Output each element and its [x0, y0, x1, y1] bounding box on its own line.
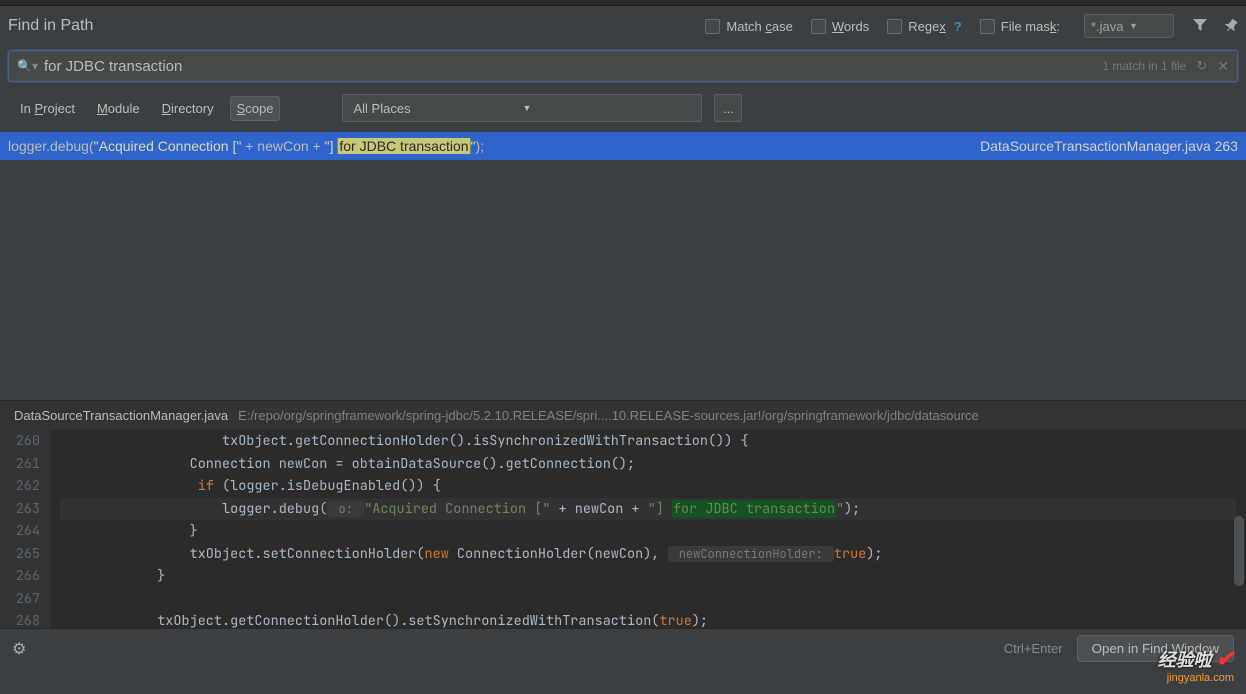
code-line: }: [60, 520, 1236, 543]
search-icon: 🔍▾: [17, 59, 38, 73]
code-line: txObject.getConnectionHolder().setSynchr…: [60, 610, 1236, 633]
param-hint: o:: [327, 501, 364, 517]
shortcut-hint: Ctrl+Enter: [1004, 641, 1063, 656]
regex-checkbox[interactable]: Regex ?: [887, 19, 962, 34]
filter-icon[interactable]: [1192, 18, 1208, 35]
pin-icon[interactable]: [1224, 18, 1238, 35]
match-case-label: Match case: [726, 19, 792, 34]
bottom-bar: ⚙ Ctrl+Enter Open in Find Window: [0, 628, 1246, 668]
search-box: 🔍▾ 1 match in 1 file ↻ ✕: [8, 50, 1238, 82]
refresh-icon[interactable]: ↻: [1196, 58, 1207, 74]
scope-tabs: In Project Module Directory Scope: [14, 96, 280, 121]
chevron-down-icon: ▼: [1129, 21, 1167, 31]
line-number: 262: [10, 475, 40, 498]
checkbox-icon: [705, 19, 720, 34]
code-preview: 260 261 262 263 264 265 266 267 268 txOb…: [0, 430, 1246, 628]
code-line: txObject.getConnectionHolder().isSynchro…: [60, 430, 1236, 453]
match-highlight: for JDBC transaction: [337, 138, 470, 154]
tab-module[interactable]: Module: [91, 97, 146, 120]
search-input[interactable]: [44, 58, 1102, 75]
param-hint: newConnectionHolder:: [668, 546, 834, 562]
watermark-domain: jingyanla.com: [1167, 672, 1234, 684]
search-row: 🔍▾ 1 match in 1 file ↻ ✕: [0, 46, 1246, 90]
header-icons: [1192, 18, 1238, 35]
regex-help-icon[interactable]: ?: [954, 19, 962, 34]
scrollbar-thumb[interactable]: [1234, 516, 1244, 586]
file-mask-combo[interactable]: *.java ▼: [1084, 14, 1174, 38]
checkbox-icon: [887, 19, 902, 34]
tab-in-project[interactable]: In Project: [14, 97, 81, 120]
file-mask-checkbox[interactable]: File mask:: [980, 19, 1060, 34]
file-mask-label: File mask:: [1001, 19, 1060, 34]
header-row: Find in Path Match case Words Regex ? Fi…: [0, 6, 1246, 46]
open-in-find-window-button[interactable]: Open in Find Window: [1077, 635, 1234, 662]
line-number: 265: [10, 543, 40, 566]
code-line-current: logger.debug( o: "Acquired Connection ["…: [60, 498, 1236, 521]
filter-row: In Project Module Directory Scope All Pl…: [0, 90, 1246, 132]
file-mask-value: *.java: [1091, 19, 1129, 34]
code-area[interactable]: txObject.getConnectionHolder().isSynchro…: [50, 430, 1246, 628]
line-number: 263: [10, 498, 40, 521]
line-number: 268: [10, 610, 40, 633]
scope-more-button[interactable]: ...: [714, 94, 742, 122]
results-empty-area: [0, 160, 1246, 400]
match-count-label: 1 match in 1 file: [1102, 59, 1186, 73]
preview-file-path: E:/repo/org/springframework/spring-jdbc/…: [238, 408, 1232, 423]
preview-file-name: DataSourceTransactionManager.java: [14, 408, 228, 423]
words-checkbox[interactable]: Words: [811, 19, 869, 34]
preview-header: DataSourceTransactionManager.java E:/rep…: [0, 400, 1246, 430]
places-combo-value: All Places: [353, 101, 522, 116]
options-group: Match case Words Regex ? File mask: *.ja…: [705, 14, 1174, 38]
dialog-title: Find in Path: [8, 17, 93, 35]
match-highlight: for JDBC transaction: [672, 500, 836, 518]
result-file-label: DataSourceTransactionManager.java 263: [980, 138, 1238, 154]
line-number: 261: [10, 453, 40, 476]
code-line: if (logger.isDebugEnabled()) {: [60, 475, 1236, 498]
clear-icon[interactable]: ✕: [1217, 58, 1229, 75]
words-label: Words: [832, 19, 869, 34]
line-number: 266: [10, 565, 40, 588]
line-number: 267: [10, 588, 40, 611]
scope-places-combo[interactable]: All Places ▼: [342, 94, 702, 122]
line-number: 264: [10, 520, 40, 543]
code-line: Connection newCon = obtainDataSource().g…: [60, 453, 1236, 476]
tab-directory[interactable]: Directory: [156, 97, 220, 120]
code-line: txObject.setConnectionHolder(new Connect…: [60, 543, 1236, 566]
result-row[interactable]: logger.debug("Acquired Connection [" + n…: [0, 132, 1246, 160]
checkbox-icon: [811, 19, 826, 34]
match-case-checkbox[interactable]: Match case: [705, 19, 792, 34]
chevron-down-icon: ▼: [522, 103, 691, 113]
regex-label: Regex: [908, 19, 946, 34]
line-number: 260: [10, 430, 40, 453]
gutter: 260 261 262 263 264 265 266 267 268: [0, 430, 50, 628]
tab-scope[interactable]: Scope: [230, 96, 281, 121]
result-code: logger.debug("Acquired Connection [" + n…: [8, 138, 980, 154]
code-line: }: [60, 565, 1236, 588]
code-line: [60, 588, 1236, 611]
checkbox-icon: [980, 19, 995, 34]
gear-icon[interactable]: ⚙: [12, 639, 26, 659]
